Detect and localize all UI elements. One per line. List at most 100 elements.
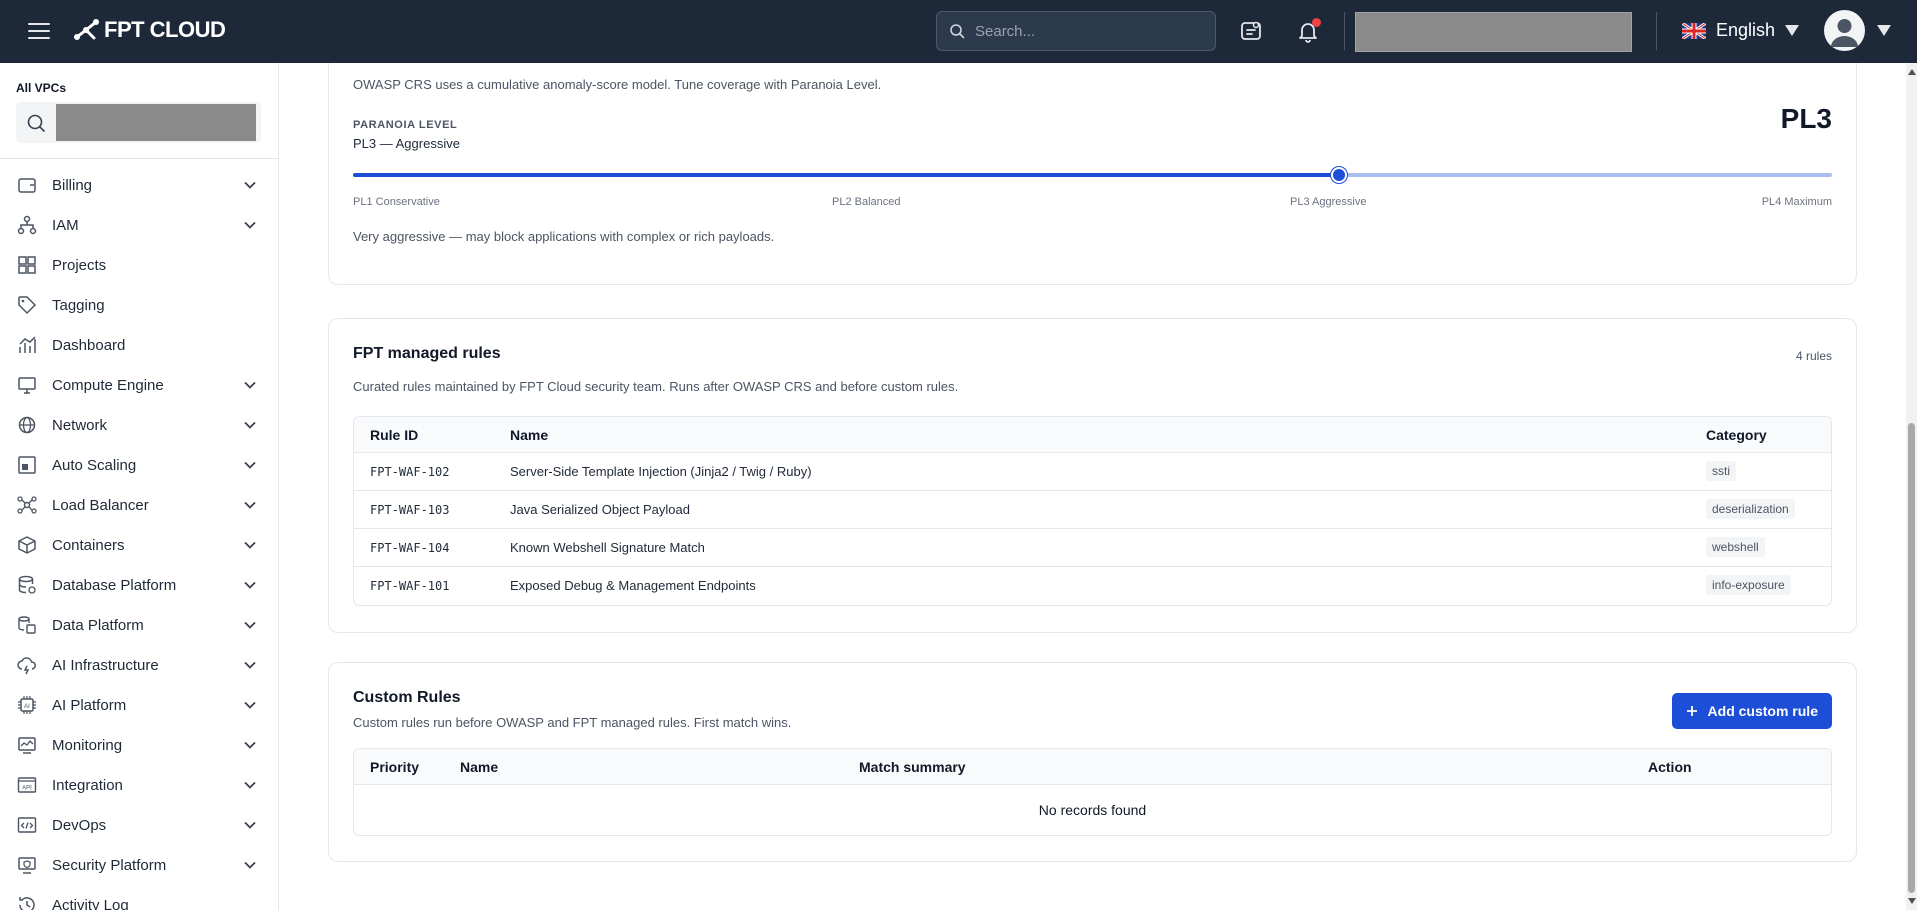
divider — [0, 158, 278, 159]
scaling-icon — [16, 454, 38, 476]
chevron-down-icon — [244, 421, 256, 429]
column-priority: Priority — [370, 759, 420, 775]
category-tag: webshell — [1706, 537, 1765, 557]
sidebar-item-devops[interactable]: DevOps — [0, 805, 278, 845]
column-match-summary: Match summary — [859, 759, 966, 775]
sidebar-item-data-platform[interactable]: Data Platform — [0, 605, 278, 645]
table-row[interactable]: FPT-WAF-103 Java Serialized Object Paylo… — [354, 491, 1831, 529]
sidebar-item-label: IAM — [52, 216, 79, 234]
sidebar-item-activity-log[interactable]: Activity Log — [0, 885, 278, 910]
language-selector[interactable]: English — [1682, 20, 1800, 41]
svg-text:API: API — [22, 786, 32, 792]
tag-icon — [16, 294, 38, 316]
sidebar-item-database-platform[interactable]: Database Platform — [0, 565, 278, 605]
sidebar-item-label: Projects — [52, 256, 107, 274]
redacted-vpc-selector[interactable] — [56, 104, 256, 141]
table-header: Rule ID Name Category — [354, 417, 1831, 453]
chevron-down-icon — [244, 501, 256, 509]
table-row[interactable]: FPT-WAF-104 Known Webshell Signature Mat… — [354, 529, 1831, 567]
paranoia-level-badge: PL3 — [1780, 103, 1832, 134]
tick-pl3[interactable]: PL3 Aggressive — [1290, 196, 1366, 208]
chevron-down-icon — [244, 581, 256, 589]
chevron-down-icon — [244, 861, 256, 869]
ticket-icon[interactable] — [1238, 18, 1264, 44]
chevron-down-icon — [244, 621, 256, 629]
ai-chip-icon: AI — [16, 694, 38, 716]
paranoia-ticks: PL1 Conservative PL2 Balanced PL3 Aggres… — [353, 196, 1832, 212]
brand-name: FPT CLOUD — [104, 17, 226, 42]
sidebar-item-label: Dashboard — [52, 336, 126, 354]
paranoia-slider[interactable] — [353, 167, 1832, 183]
column-rule-id: Rule ID — [370, 427, 419, 443]
custom-rules-table: Priority Name Match summary Action No re… — [353, 748, 1832, 836]
data-platform-icon — [16, 614, 38, 636]
tick-pl1[interactable]: PL1 Conservative — [353, 196, 440, 208]
monitoring-icon — [16, 734, 38, 756]
tick-pl4[interactable]: PL4 Maximum — [1762, 196, 1832, 208]
shield-icon — [16, 854, 38, 876]
owasp-description: OWASP CRS uses a cumulative anomaly-scor… — [353, 77, 882, 92]
search-input[interactable] — [975, 22, 1195, 40]
rule-name: Exposed Debug & Management Endpoints — [510, 578, 756, 593]
user-menu[interactable] — [1824, 10, 1891, 51]
slider-thumb[interactable] — [1331, 167, 1348, 183]
sidebar-item-label: Activity Log — [52, 896, 129, 910]
chart-icon — [16, 334, 38, 356]
globe-icon — [16, 414, 38, 436]
sidebar-item-label: Monitoring — [52, 736, 123, 754]
sidebar-item-ai-platform[interactable]: AI AI Platform — [0, 685, 278, 725]
sidebar-item-label: AI Infrastructure — [52, 656, 159, 674]
sidebar-item-load-balancer[interactable]: Load Balancer — [0, 485, 278, 525]
scroll-up-arrow-icon[interactable] — [1908, 69, 1916, 75]
vpc-label: All VPCs — [16, 81, 67, 95]
brand-logo[interactable]: FPT CLOUD — [72, 17, 226, 43]
add-custom-rule-button[interactable]: Add custom rule — [1671, 693, 1832, 729]
vpc-search[interactable] — [16, 102, 261, 143]
sidebar-item-label: Data Platform — [52, 616, 144, 634]
sidebar-item-compute-engine[interactable]: Compute Engine — [0, 365, 278, 405]
table-row[interactable]: FPT-WAF-101 Exposed Debug & Management E… — [354, 567, 1831, 605]
sidebar-item-security-platform[interactable]: Security Platform — [0, 845, 278, 885]
managed-rules-title: FPT managed rules — [353, 345, 501, 362]
redacted-account-field[interactable] — [1355, 12, 1632, 52]
table-row[interactable]: FPT-WAF-102 Server-Side Template Injecti… — [354, 453, 1831, 491]
sidebar-item-dashboard[interactable]: Dashboard — [0, 325, 278, 365]
sidebar-item-ai-infrastructure[interactable]: AI Infrastructure — [0, 645, 278, 685]
cloud-bolt-icon — [16, 654, 38, 676]
sidebar-item-billing[interactable]: Billing — [0, 165, 278, 205]
tick-pl2[interactable]: PL2 Balanced — [832, 196, 901, 208]
sidebar-item-containers[interactable]: Containers — [0, 525, 278, 565]
hamburger-menu-icon[interactable] — [28, 20, 50, 42]
main-content: OWASP CRS uses a cumulative anomaly-scor… — [280, 63, 1900, 910]
sidebar-item-projects[interactable]: Projects — [0, 245, 278, 285]
scrollbar-thumb[interactable] — [1908, 423, 1915, 893]
sidebar-item-monitoring[interactable]: Monitoring — [0, 725, 278, 765]
rule-name: Known Webshell Signature Match — [510, 540, 705, 555]
uk-flag-icon — [1682, 22, 1706, 39]
rule-id: FPT-WAF-102 — [370, 465, 450, 479]
chevron-down-icon — [244, 461, 256, 469]
rule-id: FPT-WAF-104 — [370, 541, 450, 555]
top-bar: FPT CLOUD Search... English — [0, 0, 1917, 63]
paranoia-level-value: PL3 — Aggressive — [353, 136, 460, 151]
owasp-protection-card: OWASP CRS uses a cumulative anomaly-scor… — [328, 63, 1857, 285]
add-custom-rule-label: Add custom rule — [1707, 703, 1818, 719]
sidebar-item-auto-scaling[interactable]: Auto Scaling — [0, 445, 278, 485]
notification-dot — [1312, 18, 1321, 27]
sidebar-item-network[interactable]: Network — [0, 405, 278, 445]
custom-rules-title: Custom Rules — [353, 689, 461, 706]
global-search[interactable] — [936, 11, 1216, 51]
sidebar: All VPCs Billing IAM Projects Tagging Da… — [0, 63, 279, 910]
sidebar-item-iam[interactable]: IAM — [0, 205, 278, 245]
sidebar-item-tagging[interactable]: Tagging — [0, 285, 278, 325]
load-balancer-icon — [16, 494, 38, 516]
rule-name: Java Serialized Object Payload — [510, 502, 690, 517]
column-name: Name — [460, 759, 499, 775]
chevron-down-icon — [244, 541, 256, 549]
notification-bell-icon[interactable] — [1295, 18, 1321, 44]
plus-icon — [1686, 706, 1697, 716]
sidebar-item-integration[interactable]: API Integration — [0, 765, 278, 805]
paranoia-level-label: PARANOIA LEVEL — [353, 119, 458, 131]
scroll-down-arrow-icon[interactable] — [1908, 898, 1916, 904]
page-scrollbar[interactable] — [1906, 63, 1917, 910]
